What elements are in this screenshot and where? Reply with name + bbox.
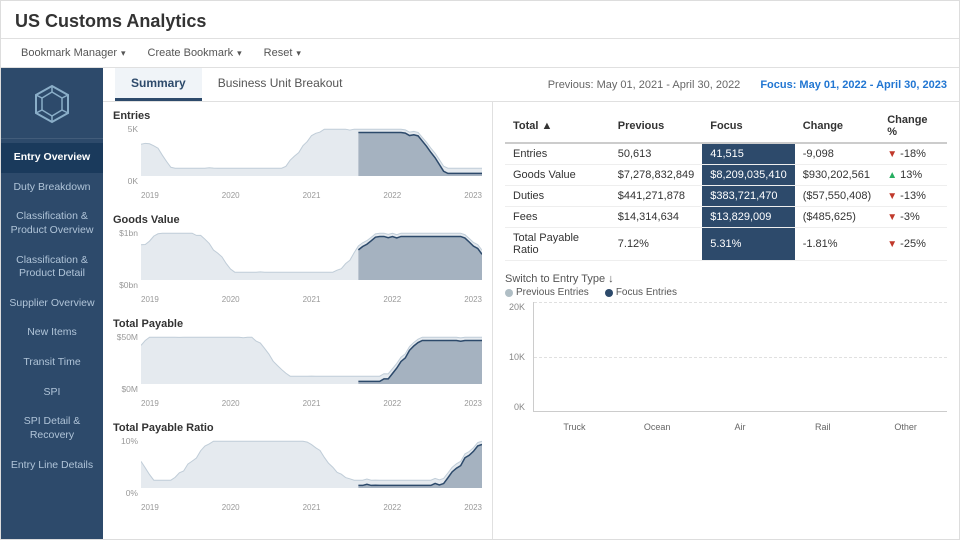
app-container: US Customs Analytics Bookmark Manager ▾ … [0,0,960,540]
charts-panel: Entries5K0K20192020202120222023Goods Val… [103,102,493,539]
cell-focus: $8,209,035,410 [702,165,794,186]
summary-table: Total ▲ Previous Focus Change Change % E… [505,110,947,261]
bars-container [533,302,947,412]
cell-metric: Entries [505,143,610,165]
bar-x-label: Truck [533,422,616,432]
main-layout: Entry OverviewDuty BreakdownClassificati… [1,68,959,539]
chart-section-entries: Entries5K0K20192020202120222023 [113,110,482,206]
sidebar-item-spi[interactable]: SPI [1,378,103,408]
cell-change: ($57,550,408) [795,186,880,207]
sidebar-item-spi-detail-recovery[interactable]: SPI Detail & Recovery [1,407,103,450]
cell-change: -9,098 [795,143,880,165]
cell-focus: 41,515 [702,143,794,165]
bar-x-label: Other [864,422,947,432]
app-header: US Customs Analytics [1,1,959,39]
bar-chart-section: Switch to Entry Type ↓ Previous Entries F… [505,273,947,432]
cell-change: ($485,625) [795,207,880,228]
chart-label-entries: Entries [113,110,482,122]
sidebar-item-entry-overview[interactable]: Entry Overview [1,143,103,173]
tabs-bar: SummaryBusiness Unit Breakout [115,68,548,101]
chart-section-total-payable-ratio: Total Payable Ratio10%0%2019202020212022… [113,422,482,518]
cell-focus: 5.31% [702,228,794,261]
bar-x-label: Ocean [616,422,699,432]
chart-section-total-payable: Total Payable$50M$0M20192020202120222023 [113,318,482,414]
cell-metric: Goods Value [505,165,610,186]
y-label-20k: 20K [509,302,525,312]
col-header-change-pct: Change % [879,110,947,143]
chevron-down-icon: ▾ [296,48,301,59]
bar-chart-switch-label[interactable]: Switch to Entry Type ↓ [505,273,947,285]
cell-change-pct: ▲ 13% [879,165,947,186]
sidebar: Entry OverviewDuty BreakdownClassificati… [1,68,103,539]
chevron-down-icon: ▾ [121,48,126,59]
cell-previous: $14,314,634 [610,207,702,228]
legend-item: Previous Entries [505,287,589,298]
cell-metric: Duties [505,186,610,207]
bar-x-label: Air [699,422,782,432]
bar-x-labels: TruckOceanAirRailOther [533,414,947,432]
cell-focus: $13,829,009 [702,207,794,228]
sidebar-item-classification-product-detail[interactable]: Classification & Product Detail [1,246,103,289]
tab-summary[interactable]: Summary [115,68,202,101]
table-row: Entries 50,613 41,515 -9,098 ▼ -18% [505,143,947,165]
sidebar-logo [1,68,103,139]
previous-date-range: Previous: May 01, 2021 - April 30, 2022 [548,79,741,91]
cell-previous: $7,278,832,849 [610,165,702,186]
date-bar: Previous: May 01, 2021 - April 30, 2022 … [548,75,947,95]
sidebar-item-duty-breakdown[interactable]: Duty Breakdown [1,173,103,203]
cell-metric: Total Payable Ratio [505,228,610,261]
cell-change-pct: ▼ -13% [879,186,947,207]
focus-date-range: Focus: May 01, 2022 - April 30, 2023 [760,79,947,91]
bar-x-label: Rail [781,422,864,432]
table-row: Duties $441,271,878 $383,721,470 ($57,55… [505,186,947,207]
bookmark-manager-button[interactable]: Bookmark Manager ▾ [15,45,132,61]
sidebar-item-new-items[interactable]: New Items [1,318,103,348]
bar-chart-container: 20K 10K 0K TruckOceanAirRailOther [505,302,947,432]
create-bookmark-button[interactable]: Create Bookmark ▾ [142,45,248,61]
cell-change-pct: ▼ -3% [879,207,947,228]
chart-label-goods-value: Goods Value [113,214,482,226]
y-label-0k: 0K [514,402,525,412]
sidebar-item-transit-time[interactable]: Transit Time [1,348,103,378]
chart-label-total-payable: Total Payable [113,318,482,330]
sidebar-item-entry-line-details[interactable]: Entry Line Details [1,451,103,481]
reset-button[interactable]: Reset ▾ [258,45,307,61]
sidebar-item-supplier-overview[interactable]: Supplier Overview [1,289,103,319]
logo-icon [30,82,74,126]
col-header-total: Total ▲ [505,110,610,143]
sidebar-nav: Entry OverviewDuty BreakdownClassificati… [1,143,103,480]
toolbar: Bookmark Manager ▾ Create Bookmark ▾ Res… [1,39,959,68]
sidebar-item-classification-product-overview[interactable]: Classification & Product Overview [1,202,103,245]
cell-previous: 50,613 [610,143,702,165]
tab-business-unit-breakout[interactable]: Business Unit Breakout [202,68,359,101]
cell-metric: Fees [505,207,610,228]
cell-previous: 7.12% [610,228,702,261]
col-header-previous: Previous [610,110,702,143]
content-area: SummaryBusiness Unit Breakout Previous: … [103,68,959,539]
y-label-10k: 10K [509,352,525,362]
legend-item: Focus Entries [605,287,677,298]
cell-change-pct: ▼ -25% [879,228,947,261]
app-title: US Customs Analytics [15,11,206,31]
cell-change: $930,202,561 [795,165,880,186]
bar-chart-legend: Previous Entries Focus Entries [505,287,947,298]
right-panel: Total ▲ Previous Focus Change Change % E… [493,102,959,539]
chart-label-total-payable-ratio: Total Payable Ratio [113,422,482,434]
cell-focus: $383,721,470 [702,186,794,207]
chart-section-goods-value: Goods Value$1bn$0bn20192020202120222023 [113,214,482,310]
cell-change-pct: ▼ -18% [879,143,947,165]
table-row: Goods Value $7,278,832,849 $8,209,035,41… [505,165,947,186]
cell-previous: $441,271,878 [610,186,702,207]
charts-table-layout: Entries5K0K20192020202120222023Goods Val… [103,102,959,539]
col-header-change: Change [795,110,880,143]
table-row: Total Payable Ratio 7.12% 5.31% -1.81% ▼… [505,228,947,261]
table-row: Fees $14,314,634 $13,829,009 ($485,625) … [505,207,947,228]
cell-change: -1.81% [795,228,880,261]
chevron-down-icon: ▾ [237,48,242,59]
col-header-focus: Focus [702,110,794,143]
